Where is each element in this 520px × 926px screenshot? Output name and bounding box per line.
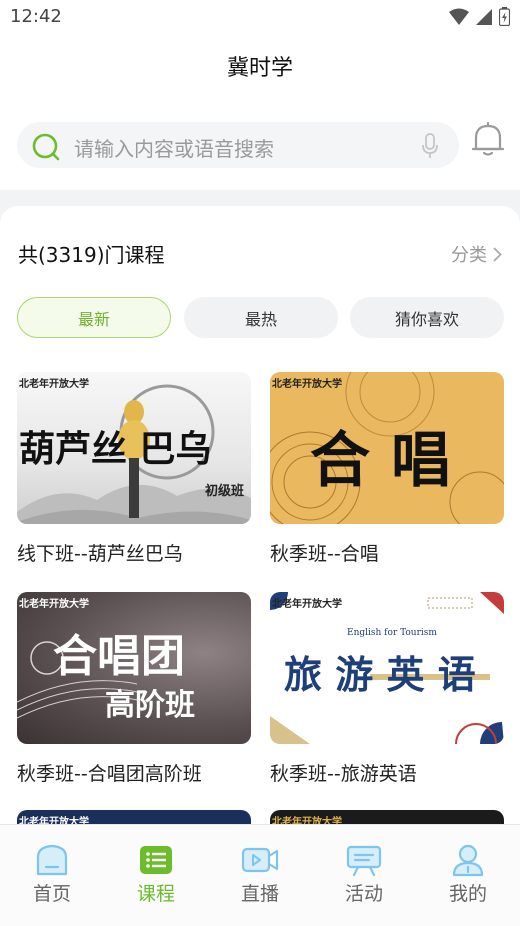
search-input[interactable]: 请输入内容或语音搜索	[17, 122, 459, 168]
cover-subtitle: English for Tourism	[347, 628, 437, 638]
course-cover: 北老年开放大学 葫芦丝 巴乌 初级班	[17, 372, 251, 524]
course-title: 线下班--葫芦丝巴乌	[17, 543, 183, 565]
cover-subtitle: 高阶班	[105, 688, 195, 723]
live-icon	[241, 847, 279, 873]
search-placeholder: 请输入内容或语音搜索	[74, 137, 274, 161]
category-label: 分类	[451, 245, 487, 266]
nav-label: 我的	[448, 883, 487, 905]
course-cover: 北老年开放大学 合 唱	[270, 372, 504, 524]
course-cover: 北老年开放大学 English for Tourism 旅 游 英 语	[270, 592, 504, 744]
nav-profile[interactable]: 我的	[416, 825, 520, 926]
course-cover: 北老年开放大学 合唱团 高阶班	[17, 592, 251, 744]
course-count: 共(3319)门课程	[18, 243, 165, 267]
nav-label: 首页	[32, 883, 71, 905]
course-card[interactable]: 北老年开放大学 葫芦丝 巴乌 初级班 线下班--葫芦丝巴乌	[17, 372, 251, 566]
profile-icon	[452, 844, 484, 877]
course-title: 秋季班--旅游英语	[270, 763, 417, 785]
course-list-icon	[140, 846, 172, 874]
home-icon	[36, 844, 68, 876]
cover-brand: 北老年开放大学	[272, 379, 342, 390]
course-card[interactable]: 北老年开放大学 合 唱 秋季班--合唱	[270, 372, 504, 566]
filter-hottest[interactable]: 最热	[184, 297, 338, 338]
status-time: 12:42	[10, 6, 62, 27]
nav-label: 直播	[240, 883, 279, 905]
nav-label: 活动	[344, 883, 383, 905]
course-card[interactable]: 北老年开放大学 English for Tourism 旅 游 英 语 秋季班-…	[270, 592, 504, 786]
status-bar: 12:42	[0, 0, 520, 36]
cover-subtitle: 初级班	[205, 484, 245, 499]
cover-brand: 北老年开放大学	[272, 599, 342, 610]
nav-activities[interactable]: 活动	[312, 825, 416, 926]
notification-bell-icon[interactable]	[470, 120, 506, 158]
nav-live[interactable]: 直播	[208, 825, 312, 926]
course-title: 秋季班--合唱	[270, 543, 379, 565]
course-title: 秋季班--合唱团高阶班	[17, 763, 202, 785]
nav-courses[interactable]: 课程	[104, 825, 208, 926]
category-button[interactable]: 分类	[451, 241, 502, 267]
battery-icon	[499, 7, 510, 26]
filter-recommended[interactable]: 猜你喜欢	[350, 297, 504, 338]
signal-icon	[476, 8, 492, 25]
cover-brand: 北老年开放大学	[19, 599, 89, 610]
course-card[interactable]: 北老年开放大学 合唱团 高阶班 秋季班--合唱团高阶班	[17, 592, 251, 786]
wifi-icon	[449, 8, 469, 25]
activity-icon	[346, 845, 382, 877]
cover-brand: 北老年开放大学	[19, 379, 89, 390]
cover-title: 合 唱	[310, 426, 451, 496]
cover-title: 葫芦丝 巴乌	[19, 428, 212, 470]
nav-label: 课程	[136, 883, 175, 905]
bottom-navigation: 首页 课程 直播 活动 我的	[0, 824, 520, 926]
filter-newest[interactable]: 最新	[17, 297, 171, 338]
nav-home[interactable]: 首页	[0, 825, 104, 926]
search-icon	[32, 133, 60, 161]
page-title: 冀时学	[226, 56, 293, 81]
cover-title: 旅 游 英 语	[284, 652, 476, 697]
cover-title: 合唱团	[53, 631, 185, 682]
chevron-right-icon	[493, 246, 502, 262]
microphone-icon[interactable]	[421, 133, 439, 159]
